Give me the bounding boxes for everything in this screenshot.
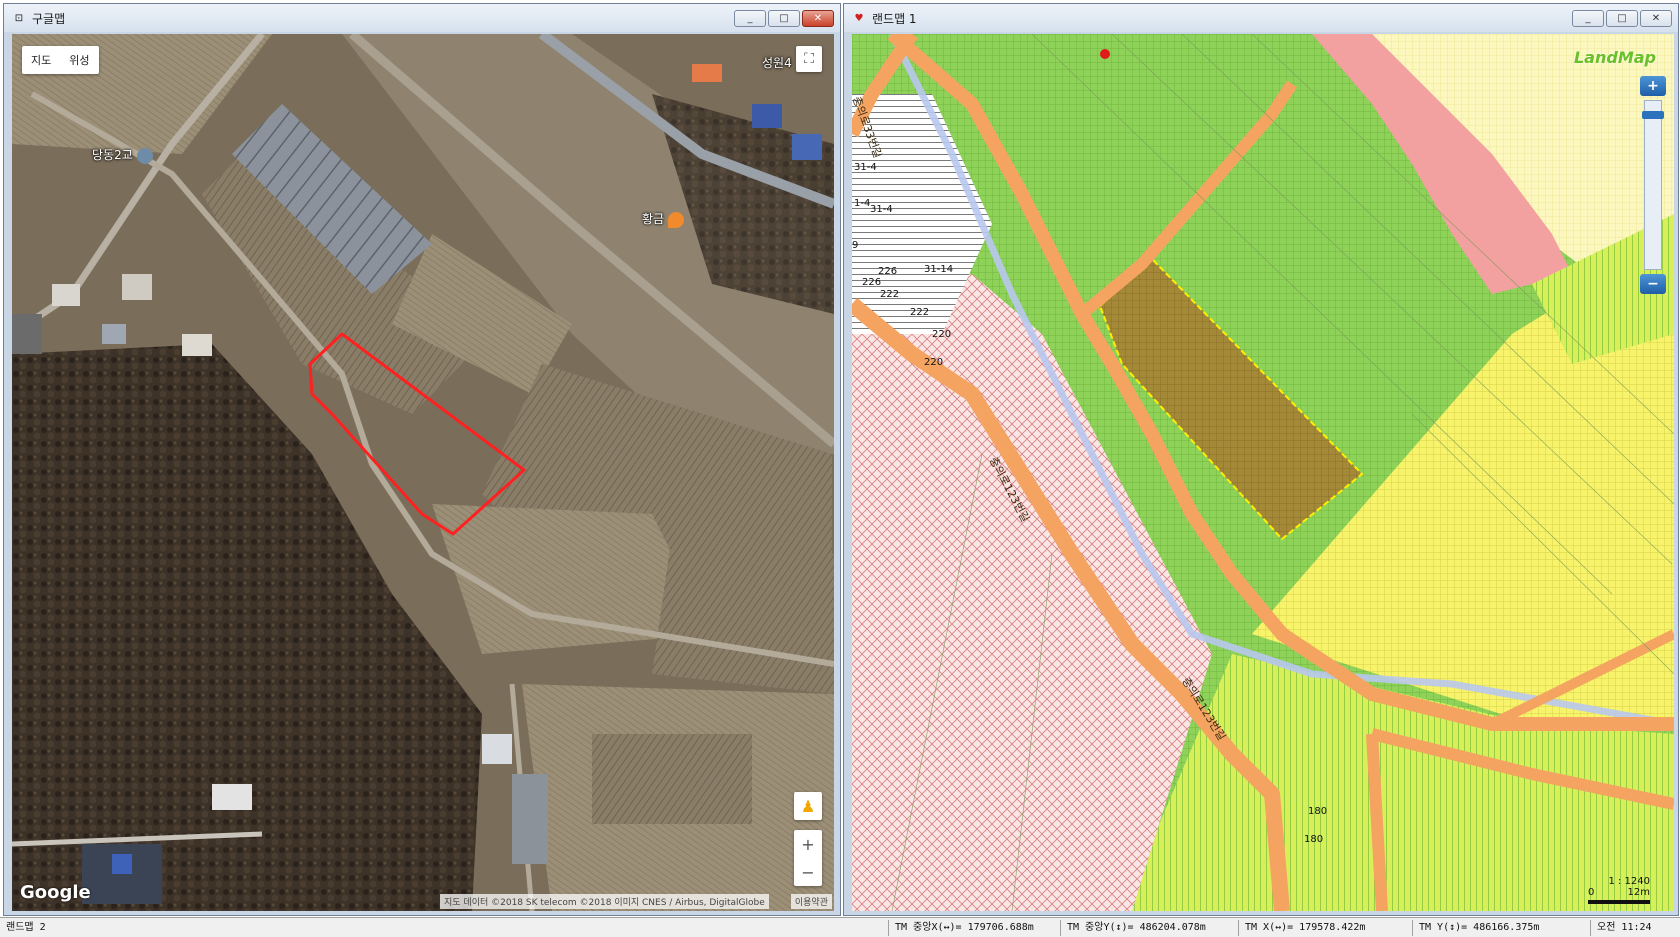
map-type-satellite-button[interactable]: 위성 xyxy=(60,46,98,74)
map-scale: 1 : 1240 0 12m xyxy=(1588,876,1650,904)
minimize-button[interactable]: _ xyxy=(734,10,766,27)
parcel-number: 31-4 xyxy=(854,162,877,173)
location-marker xyxy=(1100,49,1110,59)
parcel-number: 31-14 xyxy=(924,264,954,275)
landmap-app-icon: ♥ xyxy=(854,12,864,24)
landmap-window: ♥ 랜드맵 1 _ □ ✕ LandMap + − 31-4 31-4 1-4 … xyxy=(843,3,1679,916)
parcel-number: 180 xyxy=(1304,834,1324,845)
google-window-titlebar[interactable]: ⊡ 구글맵 _ □ ✕ xyxy=(4,4,840,32)
maximize-button[interactable]: □ xyxy=(1606,10,1638,27)
parcel-number: 1-4 xyxy=(854,198,871,209)
poi-gold-label: 황금 xyxy=(642,212,665,226)
maximize-button[interactable]: □ xyxy=(768,10,800,27)
status-bar: 랜드맵 2 TM 중앙X(↔)= 179706.688m TM 중앙Y(↕)= … xyxy=(0,917,1680,937)
status-clock: 오전 11:24 xyxy=(1590,920,1678,936)
landmap-window-controls: _ □ ✕ xyxy=(1572,10,1672,27)
zoning-layers xyxy=(852,34,1674,911)
zoom-in-button[interactable]: + xyxy=(801,835,814,854)
map-type-control: 지도 위성 xyxy=(22,46,99,74)
parcel-number: 220 xyxy=(924,357,944,368)
zoom-thumb[interactable] xyxy=(1642,111,1664,119)
zoom-out-button[interactable]: − xyxy=(801,863,814,882)
scale-length: 12m xyxy=(1627,887,1650,898)
parcel-number: 226 xyxy=(862,277,882,288)
zoom-slider[interactable]: + − xyxy=(1640,76,1666,294)
poi-gold[interactable]: 황금 xyxy=(642,210,684,228)
google-map-window: ⊡ 구글맵 _ □ ✕ 지도 위성 ⛶ 당동2교 황금 성원4 ♟ + − Go… xyxy=(3,3,841,916)
minimize-button[interactable]: _ xyxy=(1572,10,1604,27)
zoom-track[interactable] xyxy=(1642,100,1664,270)
landmap-window-title: 랜드맵 1 xyxy=(872,11,917,26)
satellite-map[interactable]: 지도 위성 ⛶ 당동2교 황금 성원4 ♟ + − Google 지도 데이터 … xyxy=(12,34,834,911)
orange-pin-icon xyxy=(667,211,684,228)
close-button[interactable]: ✕ xyxy=(1640,10,1672,27)
status-tm-center-y: TM 중앙Y(↕)= 486204.078m xyxy=(1060,920,1236,936)
parcel-number: 220 xyxy=(932,329,952,340)
zoom-in-button[interactable]: + xyxy=(1640,76,1666,96)
parcel-number: 222 xyxy=(880,289,900,300)
parcel-number: 222 xyxy=(910,307,930,318)
parcel-number: 180 xyxy=(1308,806,1328,817)
scale-bar xyxy=(1588,900,1650,904)
landmap-logo: LandMap xyxy=(1573,48,1656,67)
map-attribution: 지도 데이터 ©2018 SK telecom ©2018 이미지 CNES /… xyxy=(440,894,769,909)
street-view-pegman-icon[interactable]: ♟ xyxy=(794,792,822,820)
status-app-name: 랜드맵 2 xyxy=(6,922,46,933)
close-button[interactable]: ✕ xyxy=(802,10,834,27)
cadastral-map[interactable]: LandMap + − 31-4 31-4 1-4 226 31-14 226 … xyxy=(852,34,1674,911)
scale-ratio: 1 : 1240 xyxy=(1608,876,1650,887)
satellite-imagery xyxy=(12,34,834,911)
google-window-controls: _ □ ✕ xyxy=(734,10,834,27)
parcel-number: 31-4 xyxy=(870,204,893,215)
landmap-window-titlebar[interactable]: ♥ 랜드맵 1 _ □ ✕ xyxy=(844,4,1678,32)
zoom-out-button[interactable]: − xyxy=(1640,274,1666,294)
google-window-title: 구글맵 xyxy=(32,11,66,26)
status-tm-center-x: TM 중앙X(↔)= 179706.688m xyxy=(888,920,1058,936)
status-tm-x: TM X(↔)= 179578.422m xyxy=(1238,920,1410,936)
status-tm-y: TM Y(↕)= 486166.375m xyxy=(1412,920,1588,936)
parcel-number: 226 xyxy=(878,266,898,277)
bridge-marker-icon xyxy=(136,147,153,164)
poi-partial[interactable]: 성원4 xyxy=(762,54,792,71)
google-logo: Google xyxy=(20,882,91,903)
parcel-number: 9 xyxy=(852,240,859,251)
google-app-icon: ⊡ xyxy=(14,12,24,24)
fullscreen-icon[interactable]: ⛶ xyxy=(796,46,822,72)
poi-bridge-label: 당동2교 xyxy=(92,148,133,162)
zoom-control: + − xyxy=(794,830,822,886)
map-type-map-button[interactable]: 지도 xyxy=(22,46,60,74)
scale-zero: 0 xyxy=(1588,887,1595,898)
terms-link[interactable]: 이용약관 xyxy=(790,894,832,909)
poi-bridge[interactable]: 당동2교 xyxy=(92,146,153,164)
